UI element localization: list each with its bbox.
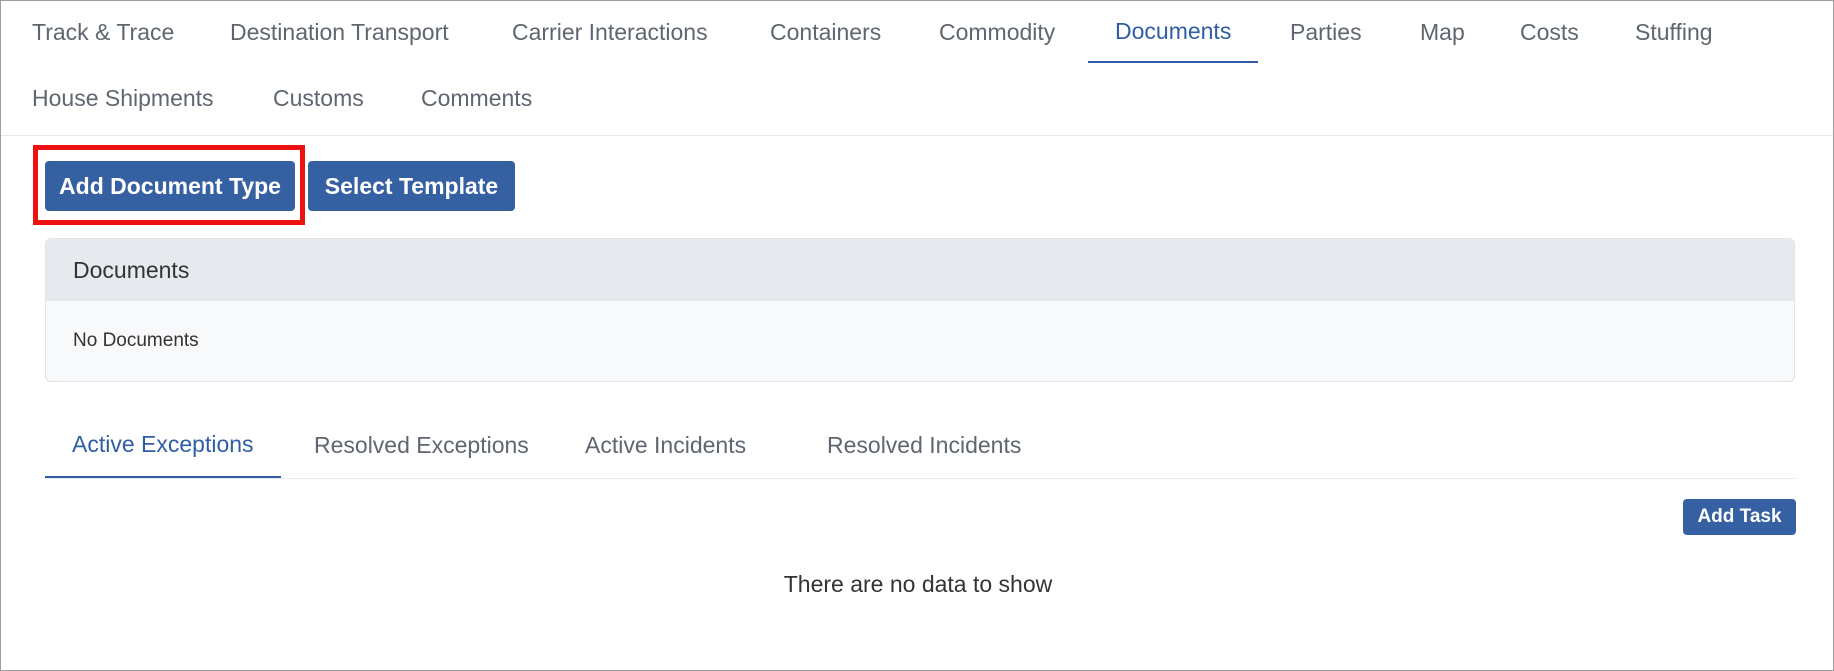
tab-track-and-trace[interactable]: Track & Trace (5, 1, 201, 63)
tab-house-shipments[interactable]: House Shipments (5, 67, 241, 129)
tab-containers[interactable]: Containers (743, 1, 908, 63)
tab-resolved-exceptions[interactable]: Resolved Exceptions (287, 413, 556, 478)
tab-map[interactable]: Map (1393, 1, 1492, 63)
add-document-type-button[interactable]: Add Document Type (45, 161, 295, 211)
tab-active-incidents[interactable]: Active Incidents (558, 413, 773, 478)
exception-tab-bar: Active Exceptions Resolved Exceptions Ac… (45, 413, 1795, 479)
documents-panel-title: Documents (46, 239, 1794, 301)
documents-panel: Documents No Documents (45, 238, 1795, 382)
app-frame: Track & Trace Destination Transport Carr… (0, 0, 1834, 671)
tab-resolved-incidents[interactable]: Resolved Incidents (800, 413, 1048, 478)
tab-active-exceptions[interactable]: Active Exceptions (45, 413, 281, 478)
tab-carrier-interactions[interactable]: Carrier Interactions (485, 1, 735, 63)
empty-state-message: There are no data to show (783, 571, 1053, 597)
tab-customs[interactable]: Customs (246, 67, 391, 129)
tab-costs[interactable]: Costs (1493, 1, 1606, 63)
documents-empty-text: No Documents (73, 330, 199, 351)
tab-commodity[interactable]: Commodity (912, 1, 1082, 63)
tab-comments[interactable]: Comments (394, 67, 559, 129)
select-template-button[interactable]: Select Template (308, 161, 515, 211)
add-task-button[interactable]: Add Task (1683, 499, 1796, 535)
tab-documents[interactable]: Documents (1088, 1, 1259, 63)
tab-parties[interactable]: Parties (1263, 1, 1389, 63)
tab-stuffing[interactable]: Stuffing (1608, 1, 1740, 63)
top-tab-bar: Track & Trace Destination Transport Carr… (1, 1, 1833, 136)
tab-destination-transport[interactable]: Destination Transport (203, 1, 476, 63)
